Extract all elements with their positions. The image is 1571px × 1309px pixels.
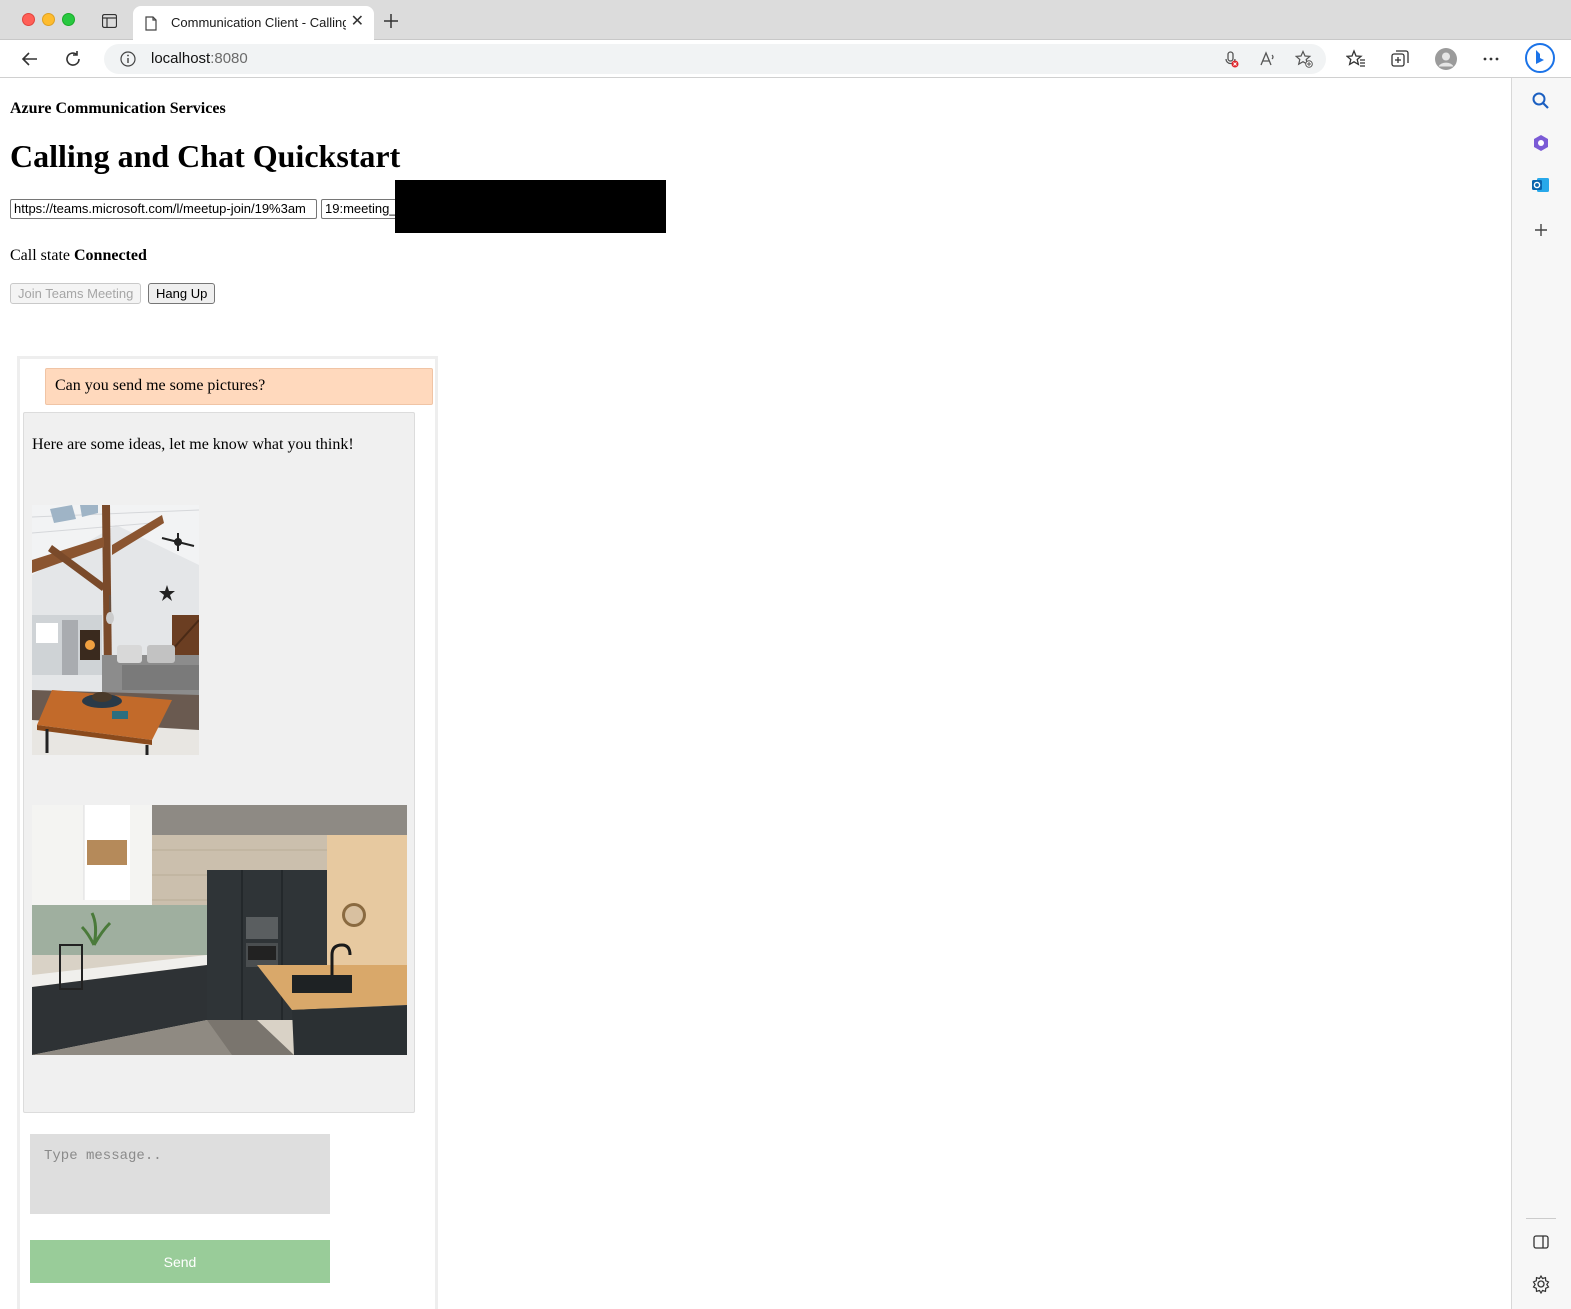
maximize-window-button[interactable] xyxy=(62,13,75,26)
add-sidebar-app-icon[interactable] xyxy=(1531,220,1551,240)
more-options-icon[interactable] xyxy=(1481,49,1501,69)
outlook-icon[interactable] xyxy=(1531,175,1551,195)
thread-id-input[interactable]: 19:meeting_ xyxy=(321,199,399,219)
meeting-link-input[interactable]: https://teams.microsoft.com/l/meetup-joi… xyxy=(10,199,317,219)
page-content: Azure Communication Services Calling and… xyxy=(0,79,1510,1309)
refresh-icon[interactable] xyxy=(63,49,83,69)
join-teams-meeting-button[interactable]: Join Teams Meeting xyxy=(10,283,142,304)
site-info-icon[interactable] xyxy=(120,51,136,67)
collections-icon[interactable] xyxy=(1390,49,1410,69)
service-title: Azure Communication Services xyxy=(10,100,226,117)
copilot-apps-icon[interactable] xyxy=(1531,133,1551,153)
minimize-window-button[interactable] xyxy=(42,13,55,26)
living-room-photo xyxy=(32,505,199,755)
received-message: Here are some ideas, let me know what yo… xyxy=(23,412,415,1113)
profile-avatar-icon[interactable] xyxy=(1435,48,1457,70)
sidebar-divider xyxy=(1526,1218,1556,1219)
url-text: localhost:8080 xyxy=(151,50,248,67)
tab-title: Communication Client - Calling xyxy=(171,15,346,30)
browser-toolbar: localhost:8080 xyxy=(0,40,1571,78)
tab-actions-icon[interactable] xyxy=(102,14,117,28)
sent-message: Can you send me some pictures? xyxy=(45,368,433,405)
microphone-blocked-icon[interactable] xyxy=(1222,50,1240,68)
browser-tab-active[interactable]: Communication Client - Calling ✕ xyxy=(133,6,374,40)
browser-sidebar xyxy=(1511,78,1571,1309)
close-window-button[interactable] xyxy=(22,13,35,26)
add-favorite-icon[interactable] xyxy=(1295,50,1313,68)
browser-titlebar: Communication Client - Calling ✕ xyxy=(0,0,1571,40)
address-bar[interactable]: localhost:8080 xyxy=(104,44,1326,74)
read-aloud-icon[interactable] xyxy=(1259,50,1277,68)
page-icon xyxy=(145,16,157,31)
close-tab-icon[interactable]: ✕ xyxy=(351,14,364,30)
chat-box: Can you send me some pictures? Here are … xyxy=(17,356,438,1309)
hang-up-button[interactable]: Hang Up xyxy=(148,283,216,304)
call-state-label: Call state xyxy=(10,247,70,264)
hide-sidebar-icon[interactable] xyxy=(1531,1232,1551,1252)
settings-gear-icon[interactable] xyxy=(1531,1274,1551,1294)
copilot-icon[interactable] xyxy=(1525,43,1555,73)
call-state: Call state Connected xyxy=(10,247,147,265)
search-icon[interactable] xyxy=(1531,91,1551,111)
message-input[interactable] xyxy=(30,1134,330,1214)
back-icon[interactable] xyxy=(20,49,40,69)
favorites-icon[interactable] xyxy=(1346,49,1366,69)
kitchen-photo xyxy=(32,805,407,1055)
new-tab-icon[interactable] xyxy=(382,12,400,30)
redaction-block xyxy=(395,180,666,233)
received-message-text: Here are some ideas, let me know what yo… xyxy=(32,436,354,453)
call-state-value: Connected xyxy=(73,247,147,264)
page-title: Calling and Chat Quickstart xyxy=(10,138,401,174)
send-button[interactable]: Send xyxy=(30,1240,330,1283)
